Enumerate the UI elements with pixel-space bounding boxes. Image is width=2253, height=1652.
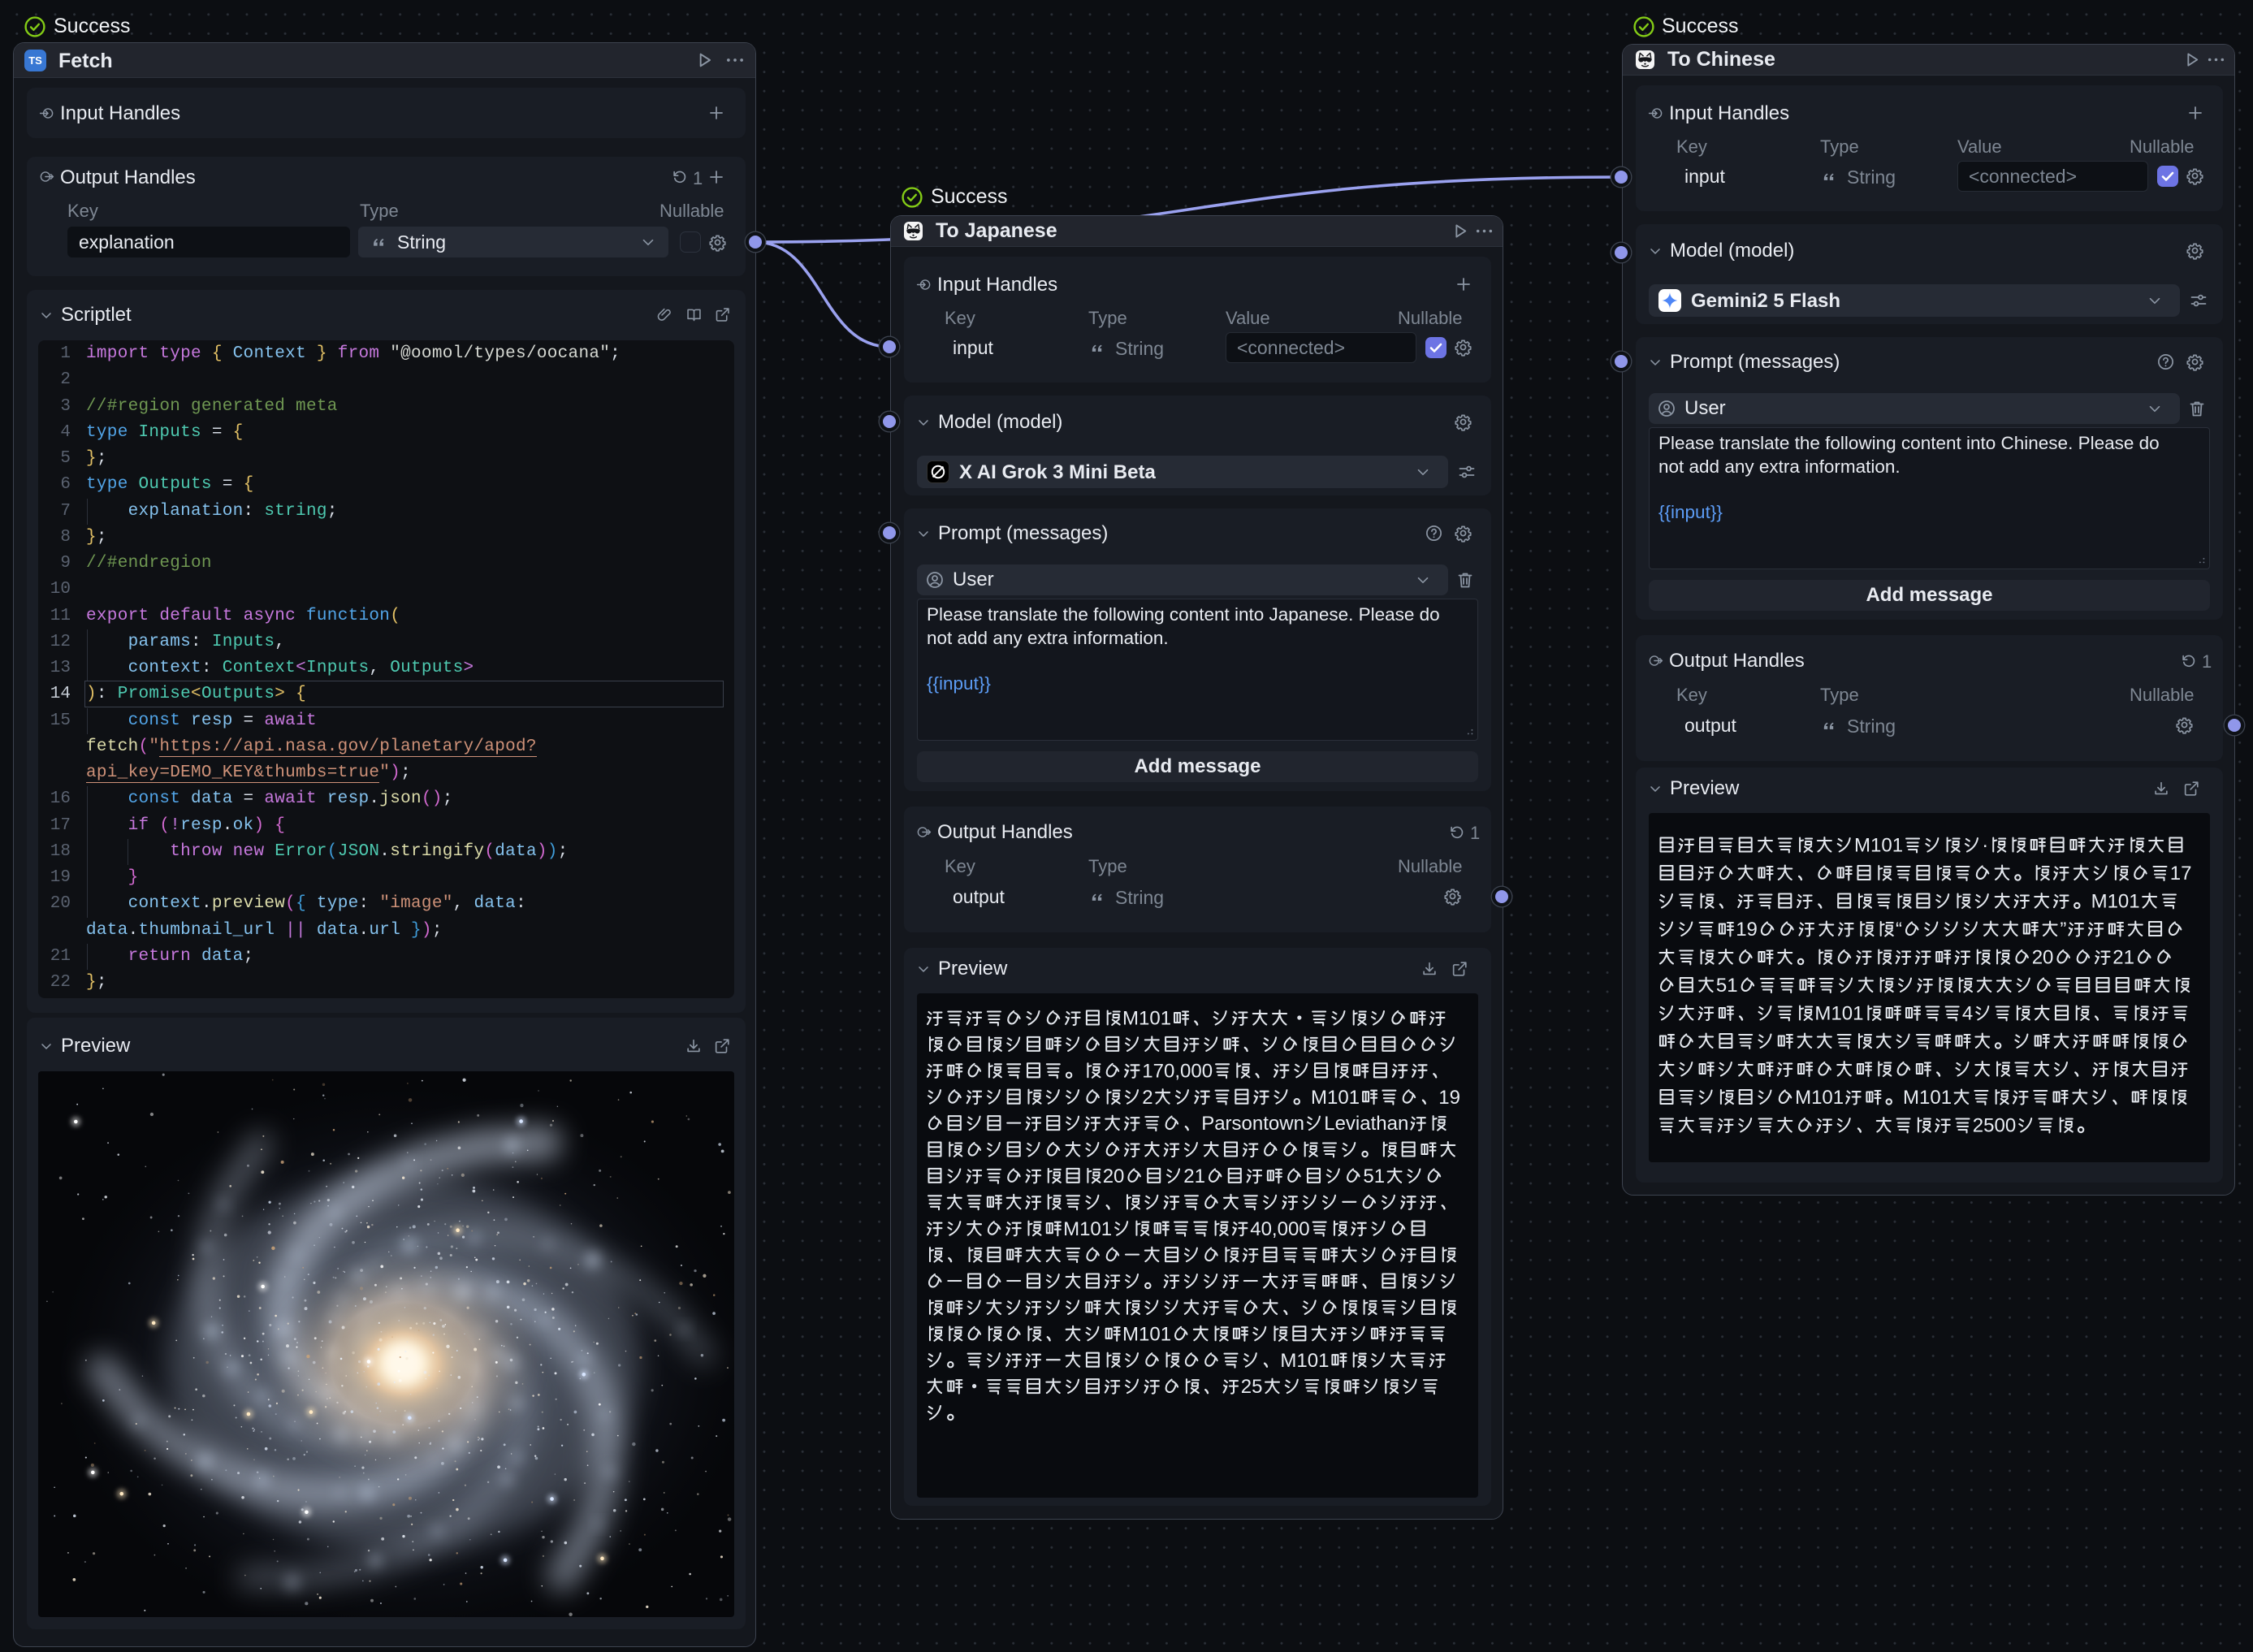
svg-text:“: “ — [1896, 919, 1902, 941]
svg-text:M101: M101 — [1854, 835, 1903, 857]
svg-text:M101: M101 — [1122, 1323, 1171, 1345]
svg-text:51: 51 — [1363, 1165, 1385, 1187]
svg-text:25: 25 — [1241, 1376, 1263, 1398]
svg-text:Leviathan: Leviathan — [1324, 1113, 1408, 1135]
svg-text:M101: M101 — [1903, 1087, 1952, 1109]
svg-text:4: 4 — [1962, 1003, 1973, 1025]
svg-text:40,000: 40,000 — [1250, 1218, 1309, 1240]
svg-text:2: 2 — [1142, 1087, 1152, 1109]
svg-text:2500: 2500 — [1973, 1115, 2016, 1137]
svg-text:19: 19 — [1438, 1087, 1460, 1109]
svg-text:M101: M101 — [1311, 1087, 1360, 1109]
svg-text:20: 20 — [2032, 947, 2054, 969]
svg-text:M101: M101 — [1280, 1350, 1329, 1372]
svg-text:21: 21 — [2112, 947, 2134, 969]
svg-text:Parsontown: Parsontown — [1201, 1113, 1304, 1135]
svg-text:51: 51 — [1716, 975, 1738, 997]
svg-text:17: 17 — [2170, 863, 2192, 884]
svg-text:M101: M101 — [1063, 1218, 1112, 1240]
svg-text:M101: M101 — [1814, 1003, 1863, 1025]
svg-text:20: 20 — [1103, 1165, 1125, 1187]
svg-text:·: · — [1982, 835, 1988, 857]
svg-text:M101: M101 — [1795, 1087, 1844, 1109]
svg-text:M101: M101 — [2091, 891, 2140, 913]
svg-text:”: ” — [2060, 919, 2066, 941]
svg-text:21: 21 — [1183, 1165, 1205, 1187]
svg-text:M101: M101 — [1122, 1008, 1171, 1030]
svg-text:19: 19 — [1736, 919, 1758, 941]
svg-text:170,000: 170,000 — [1142, 1060, 1213, 1082]
